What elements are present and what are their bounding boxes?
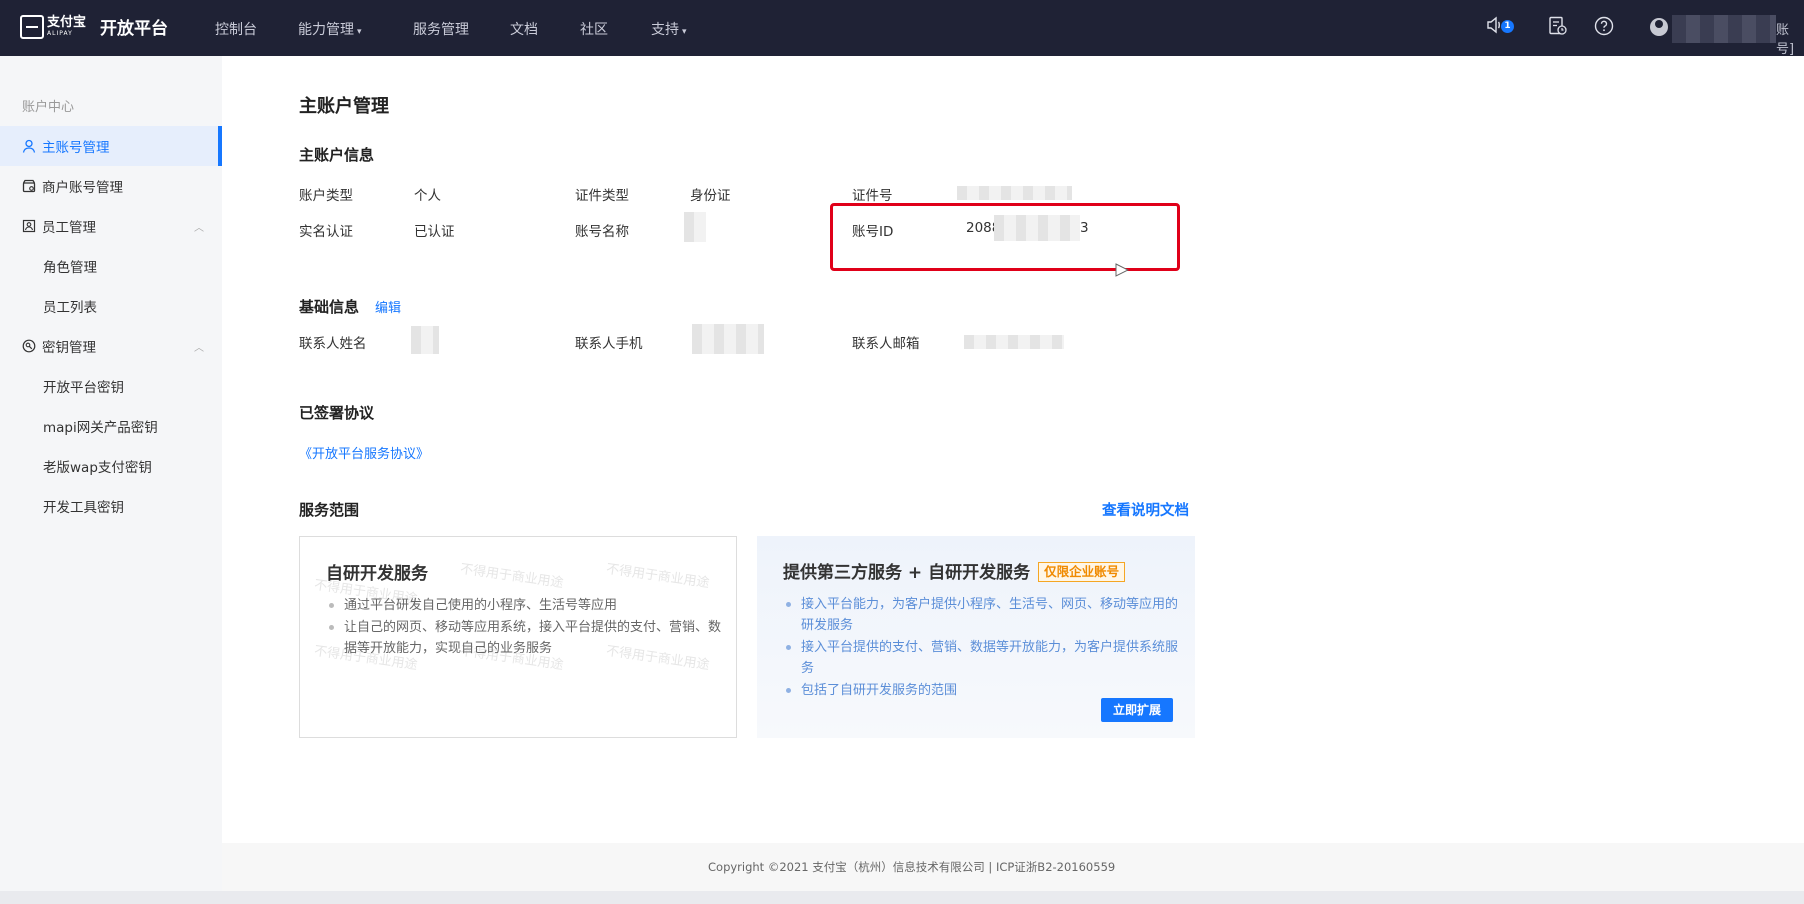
cert-type-value: 身份证: [690, 188, 731, 204]
key-icon: [22, 339, 36, 353]
list-item: 通过平台研发自己使用的小程序、生活号等应用: [326, 595, 721, 616]
logo-en: ALIPAY: [47, 30, 73, 37]
account-type-label: 账户类型: [299, 188, 353, 204]
nav-docs[interactable]: 文档: [510, 19, 538, 39]
nav-support[interactable]: 支持 ▾: [651, 19, 687, 39]
card-title: 提供第三方服务 + 自研开发服务 仅限企业账号: [783, 558, 1126, 583]
cert-no-redacted: [957, 186, 1072, 200]
alipay-logo[interactable]: 支付宝 ALIPAY 开放平台: [20, 14, 168, 39]
work-order-button[interactable]: [1548, 16, 1572, 40]
view-docs-link[interactable]: 查看说明文档: [1102, 499, 1189, 520]
nav-service[interactable]: 服务管理: [413, 19, 469, 39]
third-party-service-card: 提供第三方服务 + 自研开发服务 仅限企业账号 接入平台能力，为客户提供小程序、生…: [757, 536, 1195, 738]
list-item: 让自己的网页、移动等应用系统，接入平台提供的支付、营销、数据等开放能力，实现自己…: [326, 617, 721, 659]
notification-badge: 1: [1501, 20, 1514, 33]
user-icon: [22, 139, 36, 153]
agreement-link[interactable]: 《开放平台服务协议》: [299, 443, 429, 462]
footer: Copyright ©2021 支付宝（杭州）信息技术有限公司 | ICP证浙B…: [222, 843, 1804, 891]
account-type-value: 个人: [414, 188, 441, 204]
sidebar-item-main-account[interactable]: 主账号管理: [0, 126, 222, 166]
realname-value: 已认证: [414, 224, 455, 240]
sidebar-section-title: 账户中心: [22, 100, 75, 115]
sidebar: 账户中心 主账号管理 商户账号管理 员工管理 ︿ 角色管理 员工列表 密钥管理 …: [0, 56, 222, 904]
contact-name-label: 联系人姓名: [299, 336, 367, 352]
help-button[interactable]: [1594, 16, 1618, 40]
card-points: 接入平台能力，为客户提供小程序、生活号、网页、移动等应用的研发服务 接入平台提供…: [783, 594, 1178, 702]
contact-phone-label: 联系人手机: [575, 336, 643, 352]
card-title: 自研开发服务: [326, 564, 428, 584]
edit-basic-info-link[interactable]: 编辑: [375, 297, 401, 316]
contact-name-redacted: [411, 326, 439, 354]
taskbar-strip: [0, 891, 1804, 904]
cert-no-label: 证件号: [852, 188, 893, 204]
enterprise-only-badge: 仅限企业账号: [1038, 562, 1126, 582]
help-icon: [1594, 16, 1614, 36]
cursor-icon: [1115, 263, 1129, 277]
account-info-heading: 主账户信息: [299, 146, 375, 164]
sidebar-item-wap-key[interactable]: 老版wap支付密钥: [0, 446, 222, 486]
expand-now-button[interactable]: 立即扩展: [1101, 698, 1173, 722]
staff-icon: [22, 219, 36, 233]
contact-email-redacted: [964, 335, 1064, 349]
list-item: 接入平台能力，为客户提供小程序、生活号、网页、移动等应用的研发服务: [783, 594, 1178, 636]
shop-icon: [22, 179, 36, 193]
watermark: 不得用于商业用途: [605, 561, 711, 592]
cert-type-label: 证件类型: [575, 188, 629, 204]
list-item: 接入平台提供的支付、营销、数据等开放能力，为客户提供系统服务: [783, 637, 1178, 679]
watermark: 不得用于商业用途: [459, 561, 565, 592]
account-name-label: 账号名称: [575, 224, 629, 240]
alipay-logo-icon: [20, 14, 44, 39]
sidebar-item-roles[interactable]: 角色管理: [0, 246, 222, 286]
sidebar-item-open-platform-key[interactable]: 开放平台密钥: [0, 366, 222, 406]
user-name-redacted[interactable]: [1672, 15, 1776, 43]
contact-phone-redacted: [692, 324, 764, 354]
sidebar-item-merchant-account[interactable]: 商户账号管理: [0, 166, 222, 206]
page-title: 主账户管理: [299, 96, 389, 117]
sidebar-item-keys[interactable]: 密钥管理 ︿: [0, 326, 222, 366]
nav-console[interactable]: 控制台: [215, 19, 257, 39]
chevron-up-icon: ︿: [194, 222, 204, 234]
top-nav-bar: 支付宝 ALIPAY 开放平台 控制台 能力管理 ▾ 服务管理 文档 社区 支持 ▾…: [0, 0, 1804, 57]
logo-cn: 支付宝: [47, 15, 87, 30]
nav-community[interactable]: 社区: [580, 19, 608, 39]
sidebar-item-devtools-key[interactable]: 开发工具密钥: [0, 486, 222, 526]
platform-title: 开放平台: [100, 19, 169, 39]
basic-info-heading: 基础信息: [299, 298, 360, 316]
avatar[interactable]: [1650, 18, 1668, 36]
chevron-down-icon: ▾: [357, 27, 362, 37]
realname-label: 实名认证: [299, 224, 353, 240]
chevron-down-icon: ▾: [682, 27, 687, 37]
sidebar-item-mapi-key[interactable]: mapi网关产品密钥: [0, 406, 222, 446]
card-points: 通过平台研发自己使用的小程序、生活号等应用 让自己的网页、移动等应用系统，接入平…: [326, 595, 721, 660]
agreements-heading: 已签署协议: [299, 404, 375, 422]
sidebar-item-staff-list[interactable]: 员工列表: [0, 286, 222, 326]
document-clock-icon: [1549, 16, 1567, 35]
account-name-redacted: [684, 212, 706, 242]
nav-capability[interactable]: 能力管理 ▾: [298, 19, 362, 39]
contact-email-label: 联系人邮箱: [852, 336, 920, 352]
user-name-suffix[interactable]: 账号]: [1776, 19, 1804, 57]
self-dev-service-card: 不得用于商业用途 不得用于商业用途 不得用于商业用途 不得用于商业用途 不得用于…: [299, 536, 737, 738]
chevron-up-icon: ︿: [194, 342, 204, 354]
highlight-box: [830, 203, 1180, 271]
service-scope-heading: 服务范围: [299, 501, 360, 519]
sidebar-item-staff[interactable]: 员工管理 ︿: [0, 206, 222, 246]
notification-button[interactable]: 1: [1486, 16, 1514, 40]
copyright-text: Copyright ©2021 支付宝（杭州）信息技术有限公司 | ICP证浙B…: [708, 860, 1116, 874]
